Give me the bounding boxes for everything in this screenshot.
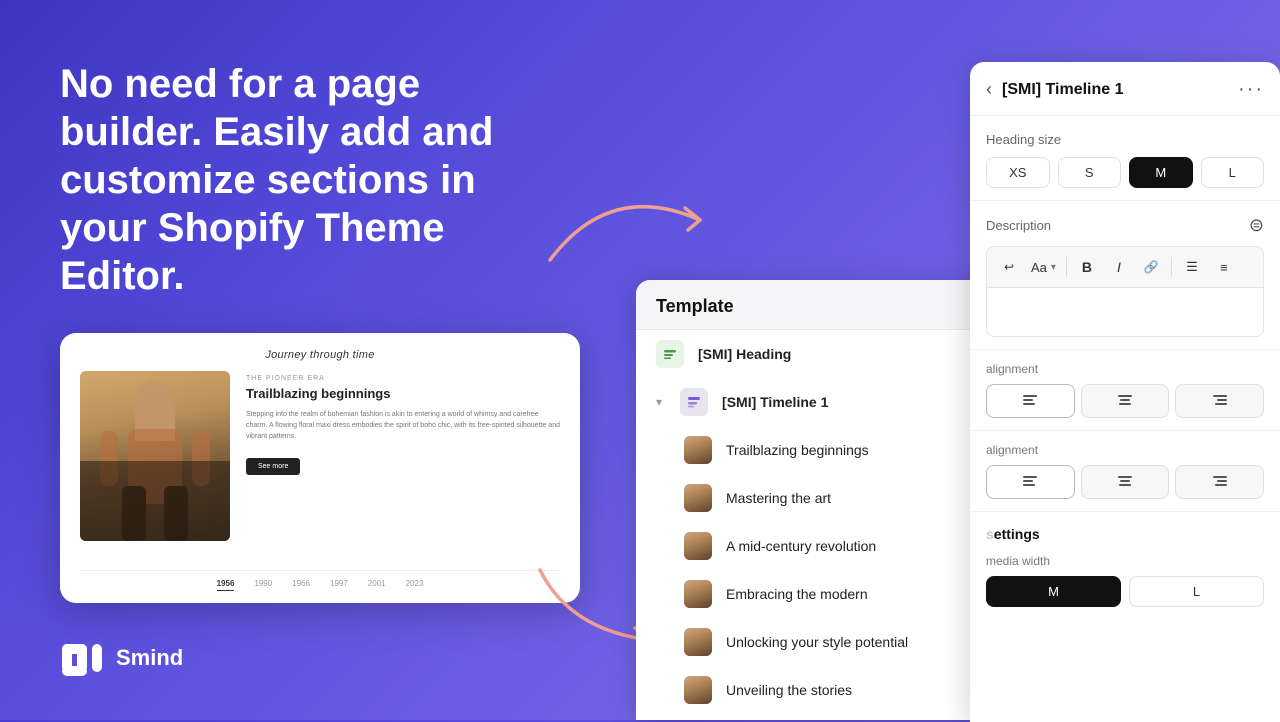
timeline-item-icon <box>680 388 708 416</box>
media-width-buttons: M L <box>986 576 1264 607</box>
template-item-timeline[interactable]: ▾ [SMI] Timeline 1 <box>636 378 986 426</box>
settings-panel: ‹ [SMI] Timeline 1 ··· Heading size XS S… <box>970 62 1280 722</box>
midcentury-label: A mid-century revolution <box>726 538 876 554</box>
template-header: Template <box>636 280 986 330</box>
timeline-year-3: 1966 <box>292 579 310 591</box>
arrow-top-icon <box>530 160 730 290</box>
template-item-trailblazing[interactable]: Trailblazing beginnings <box>636 426 986 474</box>
settings-nav-left: ‹ [SMI] Timeline 1 <box>986 79 1124 100</box>
font-select[interactable]: Aa ▾ <box>1027 258 1060 277</box>
headline: No need for a page builder. Easily add a… <box>60 60 570 300</box>
heading-item-icon <box>656 340 684 368</box>
alignment-buttons-1 <box>986 384 1264 418</box>
template-header-label: Template <box>656 296 734 316</box>
template-item-mastering[interactable]: Mastering the art <box>636 474 986 522</box>
width-m-button[interactable]: M <box>986 576 1121 607</box>
timeline-year-4: 1997 <box>330 579 348 591</box>
media-width-label: media width <box>986 554 1264 568</box>
size-l-button[interactable]: L <box>1201 157 1265 188</box>
timeline-year-5: 2001 <box>368 579 386 591</box>
align-right-button-2[interactable] <box>1175 465 1264 499</box>
timeline-year-6: 2023 <box>406 579 424 591</box>
description-label: Description <box>986 218 1051 233</box>
size-s-button[interactable]: S <box>1058 157 1122 188</box>
font-chevron-icon: ▾ <box>1051 262 1056 273</box>
brand: Smind <box>60 636 570 680</box>
more-options-icon[interactable]: ··· <box>1238 78 1264 101</box>
timeline-year-1: 1956 <box>217 579 235 591</box>
ordered-list-button[interactable]: ≡ <box>1210 253 1238 281</box>
link-button[interactable]: 🔗 <box>1137 253 1165 281</box>
preview-era: THE PIONEER ERA <box>246 375 560 382</box>
width-l-button[interactable]: L <box>1129 576 1264 607</box>
heading-size-section: Heading size XS S M L <box>970 116 1280 201</box>
settings-panel-title: [SMI] Timeline 1 <box>1002 81 1124 99</box>
format-clear-button[interactable]: ↩ <box>995 253 1023 281</box>
unlocking-icon <box>684 628 712 656</box>
template-item-heading[interactable]: [SMI] Heading <box>636 330 986 378</box>
alignment-section-2: alignment <box>970 431 1280 512</box>
preview-timeline: 1956 1990 1966 1997 2001 2023 <box>80 570 560 591</box>
database-icon[interactable]: ⊜ <box>1249 215 1264 236</box>
align-right-button-1[interactable] <box>1175 384 1264 418</box>
preview-image <box>80 371 230 541</box>
toolbar-separator-2 <box>1171 257 1172 277</box>
preview-text-area: THE PIONEER ERA Trailblazing beginnings … <box>246 371 560 560</box>
preview-content: THE PIONEER ERA Trailblazing beginnings … <box>80 371 560 560</box>
embracing-label: Embracing the modern <box>726 586 868 602</box>
preview-title: Journey through time <box>80 349 560 361</box>
rich-text-toolbar: ↩ Aa ▾ B I 🔗 ☰ ≡ <box>986 246 1264 287</box>
template-item-unlocking[interactable]: Unlocking your style potential <box>636 618 986 666</box>
template-item-unveiling[interactable]: Unveiling the stories <box>636 666 986 710</box>
align-left-button-1[interactable] <box>986 384 1075 418</box>
timeline-chevron-icon: ▾ <box>656 395 662 409</box>
general-settings-section: settings media width M L <box>970 512 1280 615</box>
alignment-buttons-2 <box>986 465 1264 499</box>
settings-topbar: ‹ [SMI] Timeline 1 ··· <box>970 62 1280 116</box>
mastering-label: Mastering the art <box>726 490 831 506</box>
toolbar-separator-1 <box>1066 257 1067 277</box>
preview-card: Journey through time TH <box>60 333 580 603</box>
alignment-label-2: alignment <box>986 443 1264 457</box>
timeline-year-2: 1990 <box>254 579 272 591</box>
embracing-icon <box>684 580 712 608</box>
unveiling-label: Unveiling the stories <box>726 682 852 698</box>
template-heading-label: [SMI] Heading <box>698 346 791 362</box>
font-name: Aa <box>1031 260 1047 275</box>
template-items-list: [SMI] Heading ▾ [SMI] Timeline 1 Trailbl… <box>636 330 986 710</box>
preview-article-title: Trailblazing beginnings <box>246 386 560 401</box>
alignment-label-1: alignment <box>986 362 1264 376</box>
template-panel: Template [SMI] Heading ▾ <box>636 280 986 720</box>
size-xs-button[interactable]: XS <box>986 157 1050 188</box>
heading-size-label: Heading size <box>986 132 1264 147</box>
alignment-section-1: alignment <box>970 350 1280 431</box>
preview-body-text: Stepping into the realm of bohemian fash… <box>246 409 560 443</box>
brand-logo-icon <box>60 636 104 680</box>
unlocking-label: Unlocking your style potential <box>726 634 908 650</box>
template-item-midcentury[interactable]: A mid-century revolution <box>636 522 986 570</box>
brand-name: Smind <box>116 645 183 671</box>
italic-button[interactable]: I <box>1105 253 1133 281</box>
mastering-icon <box>684 484 712 512</box>
align-center-button-2[interactable] <box>1081 465 1170 499</box>
trailblazing-label: Trailblazing beginnings <box>726 442 869 458</box>
trailblazing-icon <box>684 436 712 464</box>
template-timeline-label: [SMI] Timeline 1 <box>722 394 828 410</box>
align-left-button-2[interactable] <box>986 465 1075 499</box>
preview-figure <box>80 371 230 541</box>
size-m-button[interactable]: M <box>1129 157 1193 188</box>
midcentury-icon <box>684 532 712 560</box>
bold-button[interactable]: B <box>1073 253 1101 281</box>
general-settings-title: settings <box>986 526 1264 542</box>
unordered-list-button[interactable]: ☰ <box>1178 253 1206 281</box>
rich-text-area[interactable] <box>986 287 1264 337</box>
template-item-embracing[interactable]: Embracing the modern <box>636 570 986 618</box>
align-center-button-1[interactable] <box>1081 384 1170 418</box>
description-section: Description ⊜ ↩ Aa ▾ B I 🔗 ☰ ≡ <box>970 201 1280 350</box>
preview-see-more-button[interactable]: See more <box>246 458 300 475</box>
heading-size-buttons: XS S M L <box>986 157 1264 188</box>
unveiling-icon <box>684 676 712 704</box>
description-header: Description ⊜ <box>986 215 1264 236</box>
back-icon[interactable]: ‹ <box>986 79 992 100</box>
